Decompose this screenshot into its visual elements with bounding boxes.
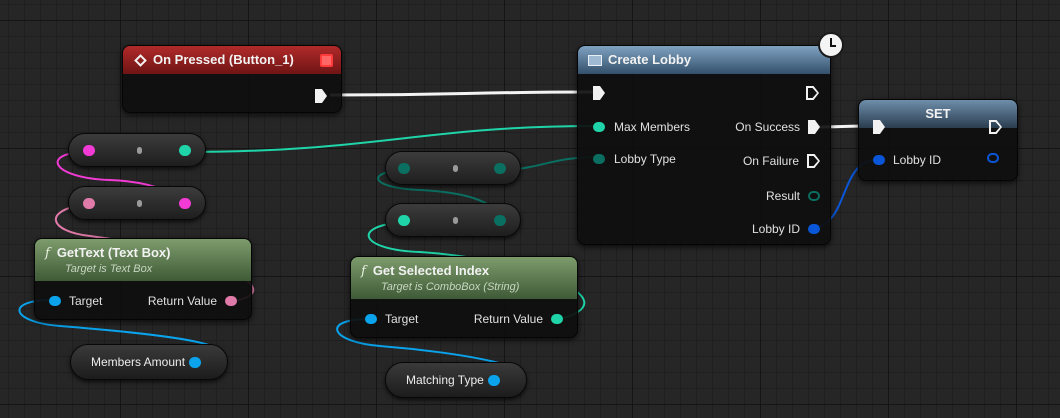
object-pin-icon[interactable] (189, 356, 202, 368)
get-selected-index-return-pin[interactable]: Return Value (474, 312, 563, 326)
object-pin-icon[interactable] (365, 314, 377, 324)
conversion-dot-icon (453, 217, 458, 224)
max-members-pin[interactable]: Max Members (593, 120, 690, 134)
enum-pin-icon[interactable] (593, 154, 605, 164)
get-selected-index-subtitle: Target is ComboBox (String) (381, 281, 520, 293)
conversion-out-pin-icon[interactable] (179, 145, 191, 156)
conversion-dot-icon (137, 200, 142, 207)
stop-icon (320, 54, 333, 67)
latent-clock-icon (818, 32, 844, 58)
set-exec-in[interactable] (873, 120, 885, 134)
function-f-icon: f (45, 246, 50, 261)
get-selected-index-target-pin[interactable]: Target (365, 312, 418, 326)
set-title: SET (925, 106, 951, 121)
on-pressed-title: On Pressed (Button_1) (153, 52, 294, 67)
on-success-pin[interactable]: On Success (735, 120, 820, 134)
function-box-icon (588, 55, 602, 67)
exec-out-pin-icon[interactable] (315, 89, 327, 103)
conversion-in-pin-icon[interactable] (83, 145, 95, 156)
matching-type-variable[interactable]: Matching Type (385, 362, 527, 398)
get-text-title: GetText (Text Box) (56, 245, 171, 260)
int-out-pin-icon[interactable] (551, 314, 563, 324)
struct-out-pin-icon[interactable] (808, 224, 820, 234)
get-selected-index-title: Get Selected Index (372, 263, 490, 278)
get-text-return-label: Return Value (147, 294, 217, 308)
function-f-icon: f (361, 264, 366, 279)
on-failure-pin[interactable]: On Failure (743, 154, 820, 168)
conversion-out-pin-icon[interactable] (179, 198, 191, 209)
get-text-subtitle: Target is Text Box (65, 263, 153, 275)
get-text-return-pin[interactable]: Return Value (148, 294, 237, 308)
max-members-wire[interactable] (181, 125, 599, 153)
on-pressed-header[interactable]: On Pressed (Button_1) (123, 46, 341, 74)
text-pin-icon[interactable] (225, 296, 237, 306)
exec-success-pin-icon[interactable] (808, 120, 820, 134)
lobby-id-out-label: Lobby ID (751, 222, 800, 236)
lobby-id-out-pin[interactable]: Lobby ID (752, 222, 820, 236)
conversion-out-pin-icon[interactable] (494, 163, 506, 174)
get-selected-index-header[interactable]: f Get Selected Index Target is ComboBox (… (351, 257, 577, 299)
exec-in-pin-icon[interactable] (593, 86, 605, 100)
conversion-dot-icon (137, 147, 142, 154)
on-failure-label: On Failure (742, 154, 799, 168)
get-text-target-label: Target (69, 294, 103, 308)
lobby-type-label: Lobby Type (614, 152, 676, 166)
int-pin-icon[interactable] (593, 122, 605, 132)
max-members-label: Max Members (614, 120, 691, 134)
conversion-node-4[interactable] (385, 203, 521, 237)
result-pin[interactable]: Result (766, 189, 820, 203)
exec-wire-pressed-to-create[interactable] (329, 90, 597, 97)
set-struct-out-pin-icon[interactable] (987, 153, 999, 163)
create-lobby-exec-out[interactable] (806, 86, 819, 100)
conversion-dot-icon (453, 165, 458, 172)
object-pin-icon[interactable] (487, 374, 500, 386)
members-amount-variable[interactable]: Members Amount (70, 344, 228, 380)
on-success-label: On Success (735, 120, 800, 134)
get-text-target-pin[interactable]: Target (49, 294, 102, 308)
conversion-node-1[interactable] (68, 133, 206, 167)
set-exec-out-pin-icon[interactable] (989, 120, 1002, 134)
get-selected-index-return-label: Return Value (473, 312, 543, 326)
exec-failure-pin-icon[interactable] (807, 154, 820, 168)
members-amount-label: Members Amount (91, 355, 186, 369)
event-diamond-icon (134, 54, 147, 67)
set-lobby-id-in-pin[interactable]: Lobby ID (873, 153, 941, 167)
enum-out-pin-icon[interactable] (808, 191, 820, 201)
set-lobby-id-label: Lobby ID (893, 153, 942, 167)
conversion-out-pin-icon[interactable] (494, 215, 506, 226)
on-pressed-exec-out[interactable] (315, 89, 327, 103)
get-text-node[interactable]: f GetText (Text Box) Target is Text Box T… (34, 238, 252, 320)
create-lobby-node[interactable]: Create Lobby Max Members Lobby Type On S… (577, 45, 831, 245)
get-selected-index-node[interactable]: f Get Selected Index Target is ComboBox (… (350, 256, 578, 338)
lobby-type-pin[interactable]: Lobby Type (593, 152, 676, 166)
set-node[interactable]: SET Lobby ID (858, 99, 1018, 181)
create-lobby-exec-in[interactable] (593, 86, 605, 100)
conversion-in-pin-icon[interactable] (398, 215, 410, 226)
conversion-node-3[interactable] (385, 151, 521, 185)
set-exec-in-pin-icon[interactable] (873, 120, 885, 134)
exec-out-hollow-pin-icon[interactable] (806, 86, 819, 100)
set-struct-in-pin-icon[interactable] (873, 155, 885, 165)
set-exec-out[interactable] (989, 120, 1002, 134)
matching-type-label: Matching Type (406, 373, 484, 387)
conversion-in-pin-icon[interactable] (83, 198, 95, 209)
set-lobby-id-out-pin[interactable] (987, 153, 999, 163)
create-lobby-title: Create Lobby (608, 52, 692, 67)
on-pressed-node[interactable]: On Pressed (Button_1) (122, 45, 342, 113)
get-selected-index-target-label: Target (385, 312, 419, 326)
create-lobby-header[interactable]: Create Lobby (578, 46, 830, 74)
conversion-in-pin-icon[interactable] (398, 163, 410, 174)
conversion-node-2[interactable] (68, 186, 206, 220)
get-text-header[interactable]: f GetText (Text Box) Target is Text Box (35, 239, 251, 281)
object-pin-icon[interactable] (49, 296, 61, 306)
result-label: Result (765, 189, 800, 203)
